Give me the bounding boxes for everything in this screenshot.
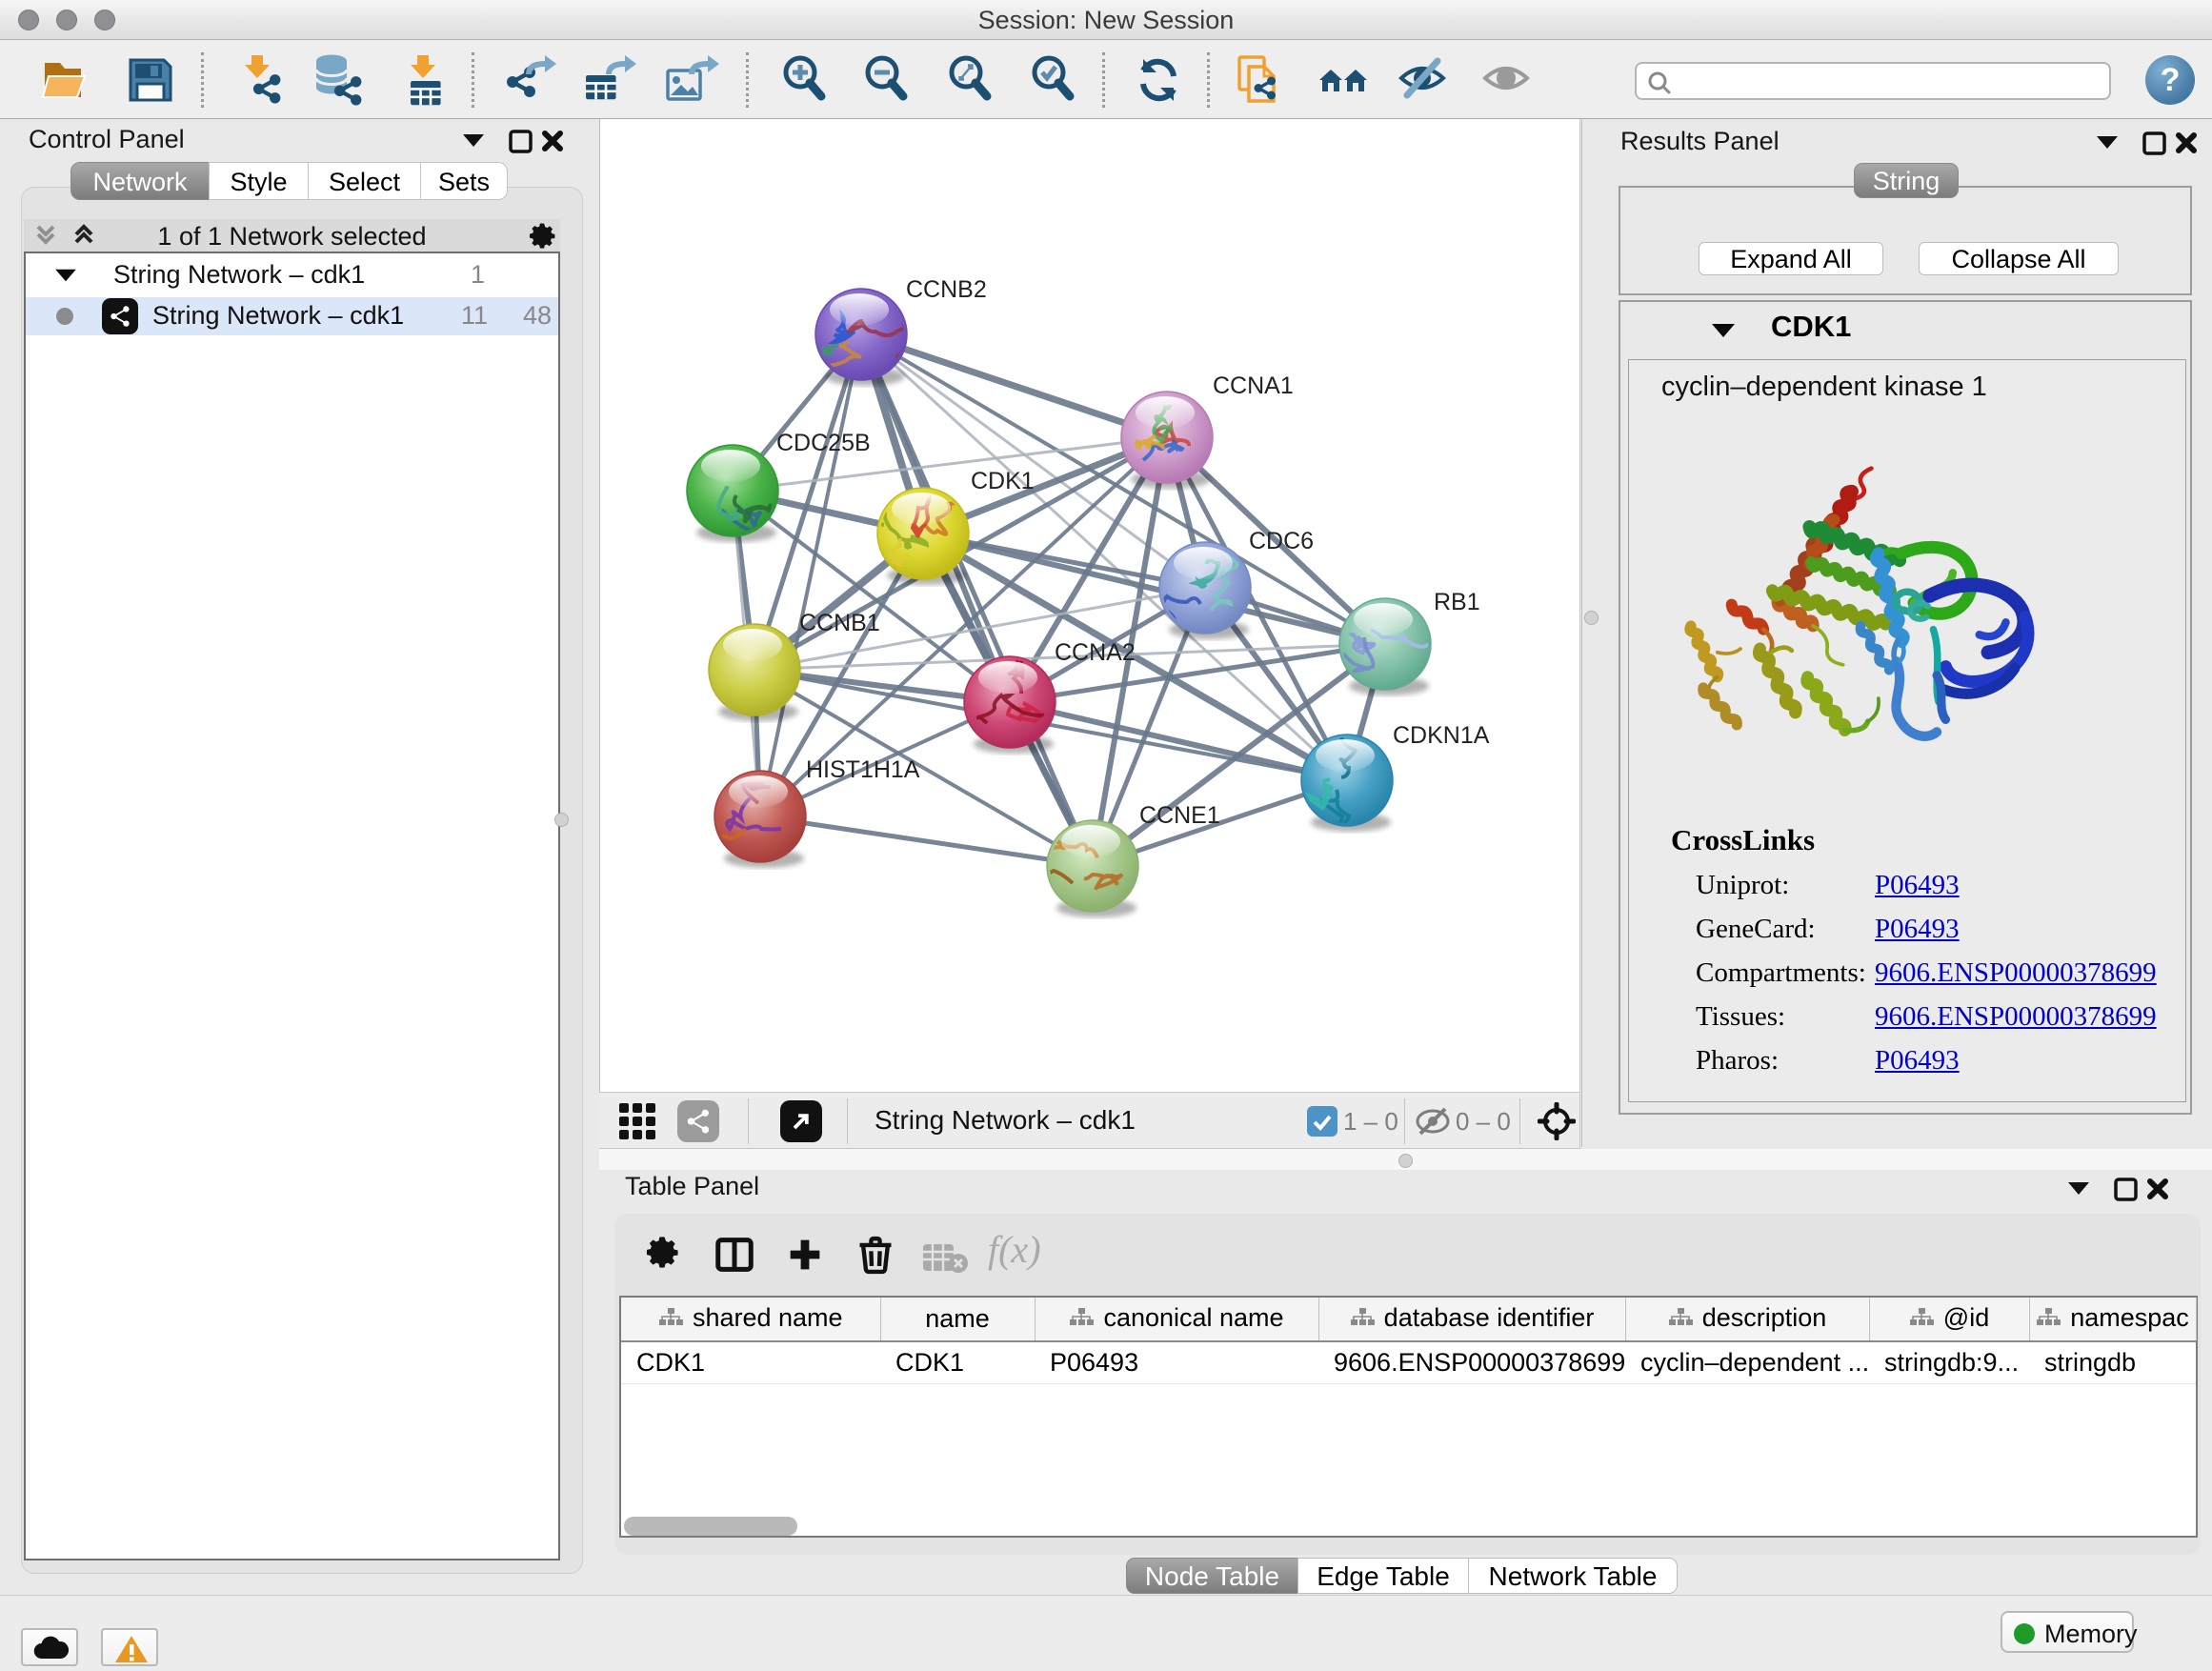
svg-text:CDC25B: CDC25B — [776, 430, 871, 456]
svg-text:RB1: RB1 — [1434, 589, 1480, 615]
svg-text:CCNA2: CCNA2 — [1055, 639, 1136, 666]
svg-text:CDC6: CDC6 — [1249, 528, 1314, 554]
svg-text:HIST1H1A: HIST1H1A — [806, 756, 920, 783]
svg-text:CCNA1: CCNA1 — [1213, 372, 1294, 399]
svg-text:CDK1: CDK1 — [971, 468, 1035, 494]
svg-text:CDKN1A: CDKN1A — [1393, 722, 1490, 749]
svg-text:CCNB2: CCNB2 — [906, 276, 987, 303]
svg-text:CCNB1: CCNB1 — [799, 610, 880, 636]
svg-text:CCNE1: CCNE1 — [1139, 802, 1220, 829]
